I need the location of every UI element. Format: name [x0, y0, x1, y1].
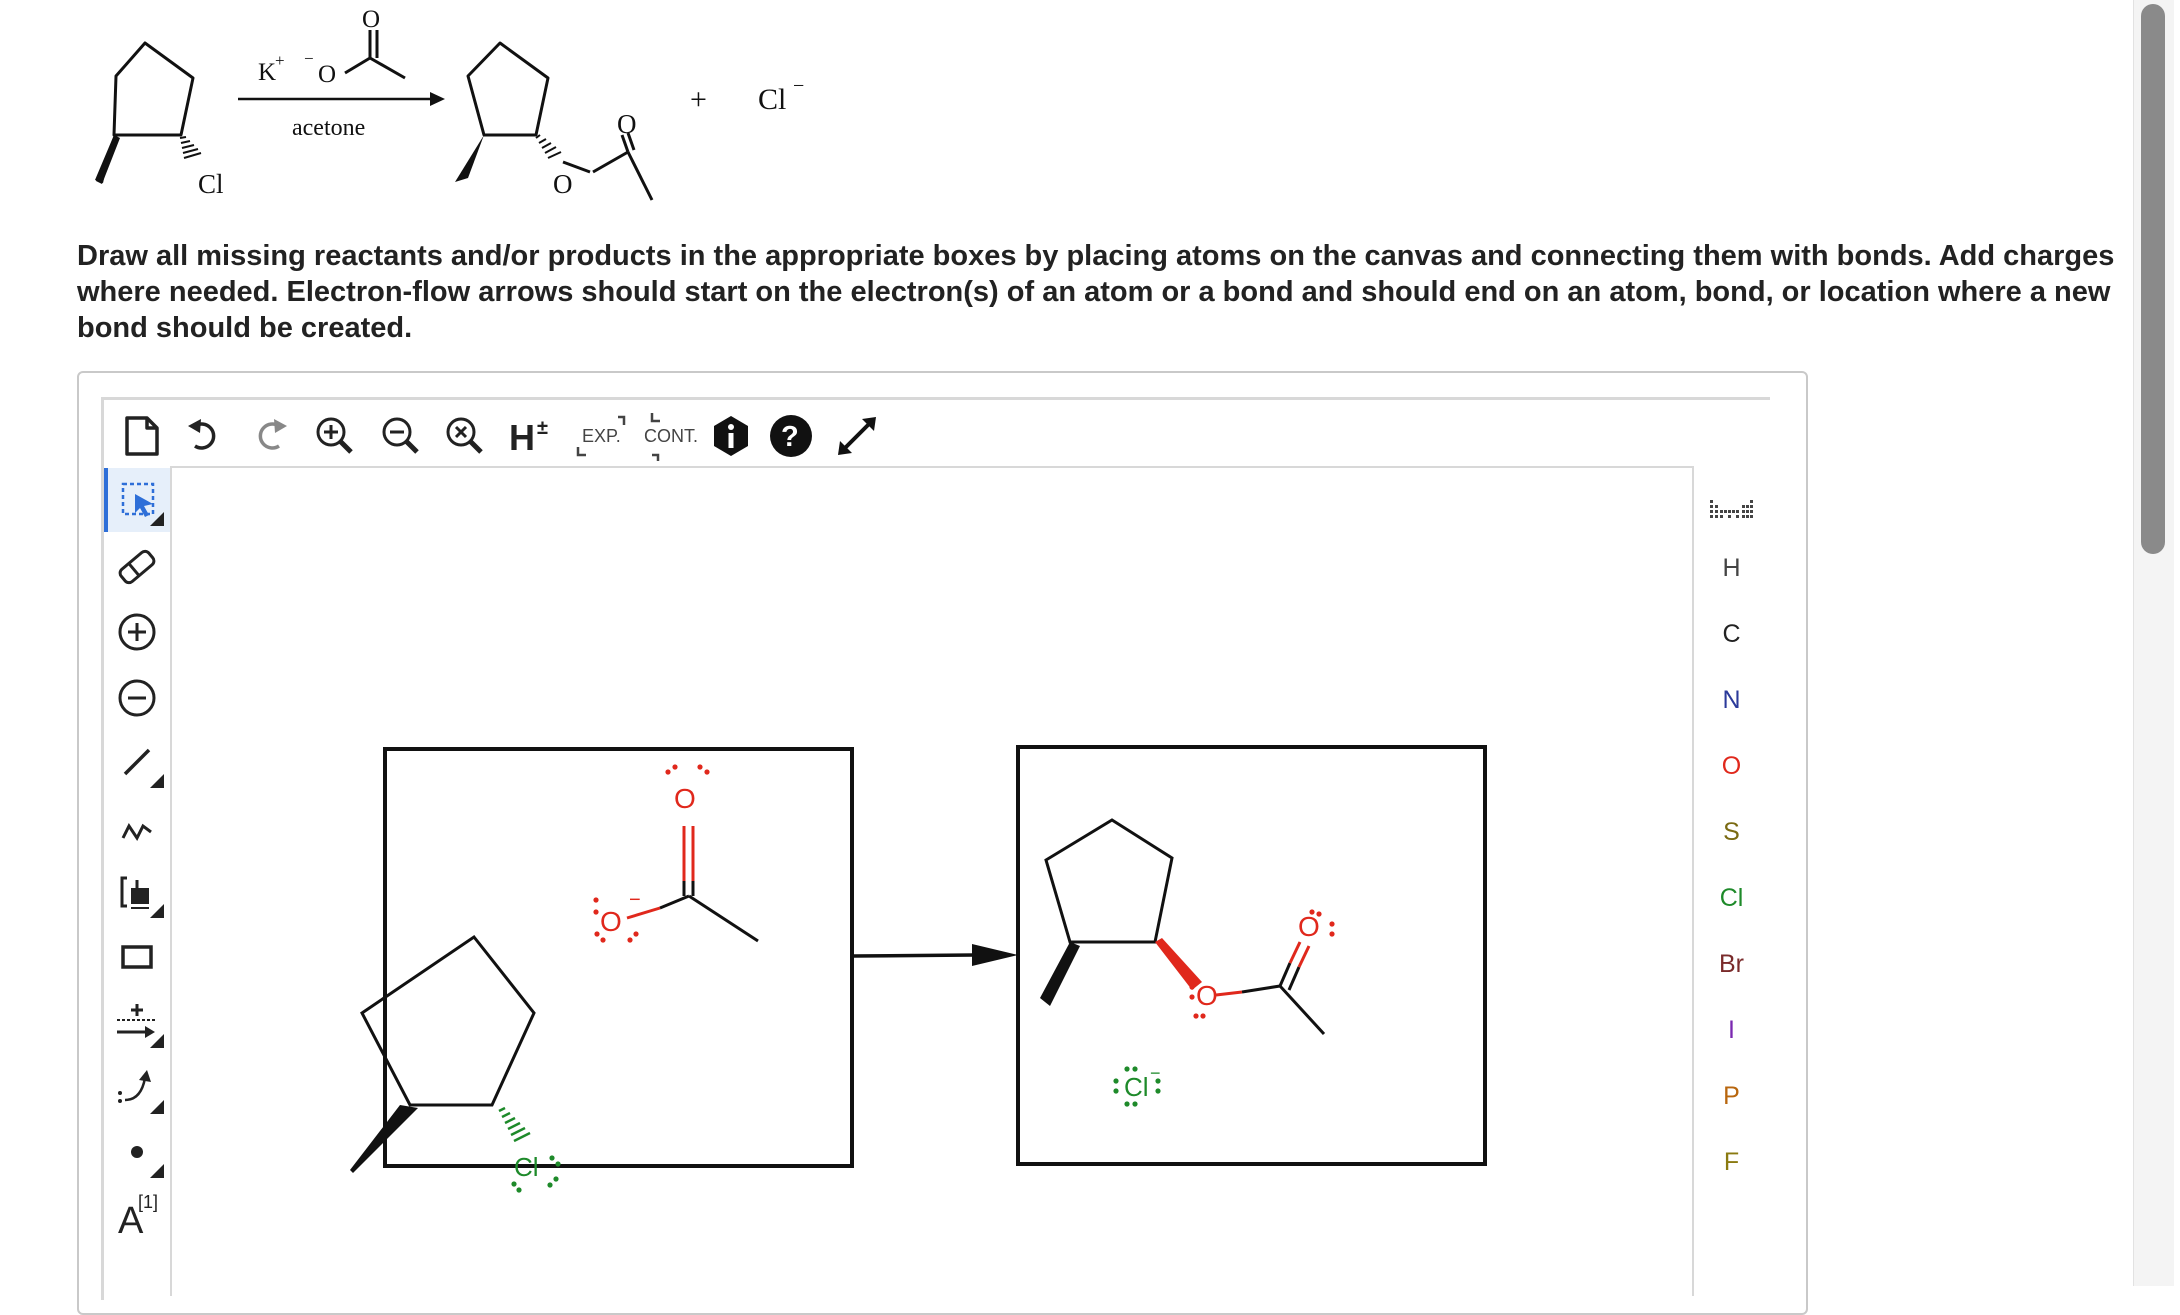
- product-box[interactable]: [1016, 745, 1487, 1166]
- expand-abbreviation-button[interactable]: EXP.: [574, 410, 634, 462]
- atom-o-button[interactable]: O: [1694, 736, 1769, 796]
- atom-h-button[interactable]: H: [1694, 538, 1769, 598]
- atom-br-button[interactable]: Br: [1694, 934, 1769, 994]
- rectangle-tool-icon[interactable]: [104, 924, 170, 988]
- exp-label: EXP.: [582, 426, 621, 446]
- instructions-text: Draw all missing reactants and/or produc…: [77, 240, 2115, 344]
- single-bond-tool-icon[interactable]: [104, 730, 170, 794]
- drawing-canvas[interactable]: O O − Cl O O Cl −: [172, 466, 1692, 1298]
- curved-arrow-tool-icon[interactable]: [104, 1056, 170, 1120]
- atom-c-button[interactable]: C: [1694, 604, 1769, 664]
- eraser-tool-icon[interactable]: [104, 535, 170, 599]
- plus-sign: +: [690, 83, 707, 116]
- svg-text:±: ±: [537, 417, 548, 439]
- atom-label-index: [1]: [138, 1192, 159, 1212]
- fullscreen-icon[interactable]: [830, 410, 884, 462]
- positive-charge-icon[interactable]: [104, 600, 170, 664]
- new-document-icon[interactable]: [118, 410, 164, 462]
- redo-icon[interactable]: [248, 410, 294, 462]
- hydrogen-toggle-icon[interactable]: H ±: [504, 410, 560, 462]
- zoom-in-icon[interactable]: [312, 410, 358, 462]
- svg-text:?: ?: [781, 421, 799, 453]
- box1-ring[interactable]: [360, 934, 536, 1107]
- reactant-box[interactable]: [383, 747, 854, 1168]
- box2-ring[interactable]: [1044, 818, 1174, 944]
- chain-tool-icon[interactable]: [104, 796, 170, 860]
- info-icon[interactable]: [708, 410, 754, 462]
- svg-text:H: H: [509, 417, 535, 458]
- box2-cl[interactable]: Cl: [1124, 1072, 1149, 1102]
- page-scrollbar-thumb[interactable]: [2141, 4, 2165, 554]
- zoom-reset-icon[interactable]: [442, 410, 488, 462]
- byproduct-cl: Cl: [758, 83, 786, 116]
- product-carbonyl-o: O: [617, 109, 637, 139]
- box1-anion-o[interactable]: O: [600, 906, 622, 937]
- contract-abbreviation-button[interactable]: CONT.: [640, 410, 706, 462]
- reagent-o: O: [318, 61, 336, 88]
- reaction-scheme: K + − O O acetone Cl O O + Cl −: [95, 6, 804, 201]
- atom-i-button[interactable]: I: [1694, 1000, 1769, 1060]
- reagent-cation: K: [258, 59, 276, 86]
- box1-cl[interactable]: Cl: [514, 1152, 539, 1182]
- zoom-out-icon[interactable]: [378, 410, 424, 462]
- template-tool-icon[interactable]: [104, 860, 170, 924]
- negative-charge-icon[interactable]: [104, 666, 170, 730]
- atom-p-button[interactable]: P: [1694, 1066, 1769, 1126]
- help-icon[interactable]: ?: [766, 410, 816, 462]
- atom-label-tool-icon[interactable]: A [1]: [104, 1184, 170, 1248]
- box1-carbonyl-o[interactable]: O: [674, 783, 696, 814]
- selection-tool-icon[interactable]: [104, 468, 170, 532]
- box2-ester-o[interactable]: O: [1196, 980, 1218, 1011]
- product-ester-o: O: [553, 169, 573, 199]
- reaction-arrow-tool-icon[interactable]: [104, 990, 170, 1054]
- left-toolbar: A [1]: [104, 466, 172, 1296]
- reactant-ring: [112, 41, 195, 137]
- atom-f-button[interactable]: F: [1694, 1132, 1769, 1192]
- atom-toolbar: H C N O S Cl Br I P F: [1692, 466, 1769, 1296]
- box2-carbonyl-o[interactable]: O: [1298, 911, 1320, 942]
- box1-anion-charge: −: [629, 889, 641, 911]
- reactant-cl: Cl: [198, 169, 224, 199]
- atom-cl-button[interactable]: Cl: [1694, 868, 1769, 928]
- product-ring: [466, 41, 550, 137]
- atom-s-button[interactable]: S: [1694, 802, 1769, 862]
- electron-dot-tool-icon[interactable]: [104, 1120, 170, 1184]
- periodic-table-icon[interactable]: [1694, 478, 1769, 538]
- undo-icon[interactable]: [182, 410, 228, 462]
- reagent-carbonyl-o: O: [362, 6, 380, 33]
- cont-label: CONT.: [644, 426, 698, 446]
- reagent-cation-charge: +: [275, 51, 285, 70]
- solvent-label: acetone: [292, 115, 365, 141]
- atom-n-button[interactable]: N: [1694, 670, 1769, 730]
- canvas-reaction-arrow[interactable]: [853, 953, 975, 958]
- byproduct-charge: −: [793, 75, 804, 97]
- reagent-anion-charge: −: [304, 49, 314, 68]
